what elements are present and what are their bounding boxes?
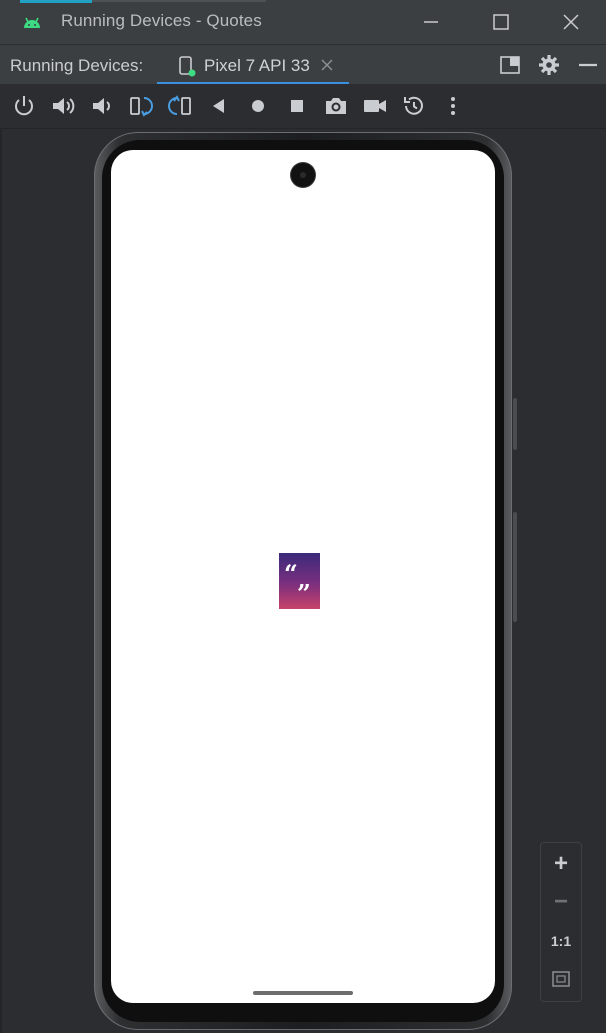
rotate-right-icon[interactable] — [167, 94, 193, 118]
snapshot-icon[interactable] — [401, 94, 427, 118]
device-toolbar — [0, 84, 606, 129]
layout-icon[interactable] — [498, 53, 522, 77]
quotes-app-logo: “ ” — [279, 553, 320, 609]
window-title-bar: Running Devices - Quotes — [0, 0, 606, 44]
camera-punch-hole — [291, 163, 315, 187]
home-icon[interactable] — [245, 94, 271, 118]
left-edge — [0, 128, 2, 1033]
accent-divider — [92, 0, 266, 2]
zoom-in-button[interactable]: + — [541, 845, 581, 883]
tab-pixel-7-api-33[interactable]: Pixel 7 API 33 — [157, 45, 349, 85]
actual-size-button[interactable]: 1:1 — [541, 922, 581, 960]
device-screen[interactable]: “ ” — [111, 150, 495, 1003]
close-quote-glyph: ” — [297, 579, 311, 608]
rotate-left-icon[interactable] — [128, 94, 154, 118]
minimize-icon[interactable] — [419, 10, 443, 34]
screenshot-icon[interactable] — [323, 94, 349, 118]
screen-record-icon[interactable] — [362, 94, 388, 118]
more-icon[interactable] — [440, 94, 466, 118]
maximize-icon[interactable] — [489, 10, 513, 34]
overview-icon[interactable] — [284, 94, 310, 118]
volume-down-icon[interactable] — [89, 94, 115, 118]
window-title: Running Devices - Quotes — [61, 11, 262, 30]
hide-icon[interactable] — [576, 53, 600, 77]
tab-label: Pixel 7 API 33 — [204, 56, 310, 75]
running-devices-header: Running Devices: Pixel 7 API 33 — [0, 44, 606, 85]
gesture-navigation-bar[interactable] — [253, 991, 353, 995]
volume-up-icon[interactable] — [50, 94, 76, 118]
zoom-out-button[interactable]: − — [541, 883, 581, 921]
tab-close-icon[interactable] — [320, 58, 334, 72]
zoom-controls: + − 1:1 — [540, 842, 582, 1002]
device-volume-button — [513, 512, 517, 622]
active-accent — [20, 0, 92, 3]
power-icon[interactable] — [11, 94, 37, 118]
device-icon — [179, 56, 196, 77]
close-icon[interactable] — [559, 10, 583, 34]
back-icon[interactable] — [206, 94, 232, 118]
device-power-button — [513, 398, 517, 450]
running-devices-label: Running Devices: — [10, 56, 144, 75]
open-quote-glyph: “ — [284, 559, 298, 588]
gear-icon[interactable] — [537, 53, 561, 77]
android-studio-icon — [24, 17, 40, 28]
fit-screen-icon[interactable] — [551, 969, 571, 989]
